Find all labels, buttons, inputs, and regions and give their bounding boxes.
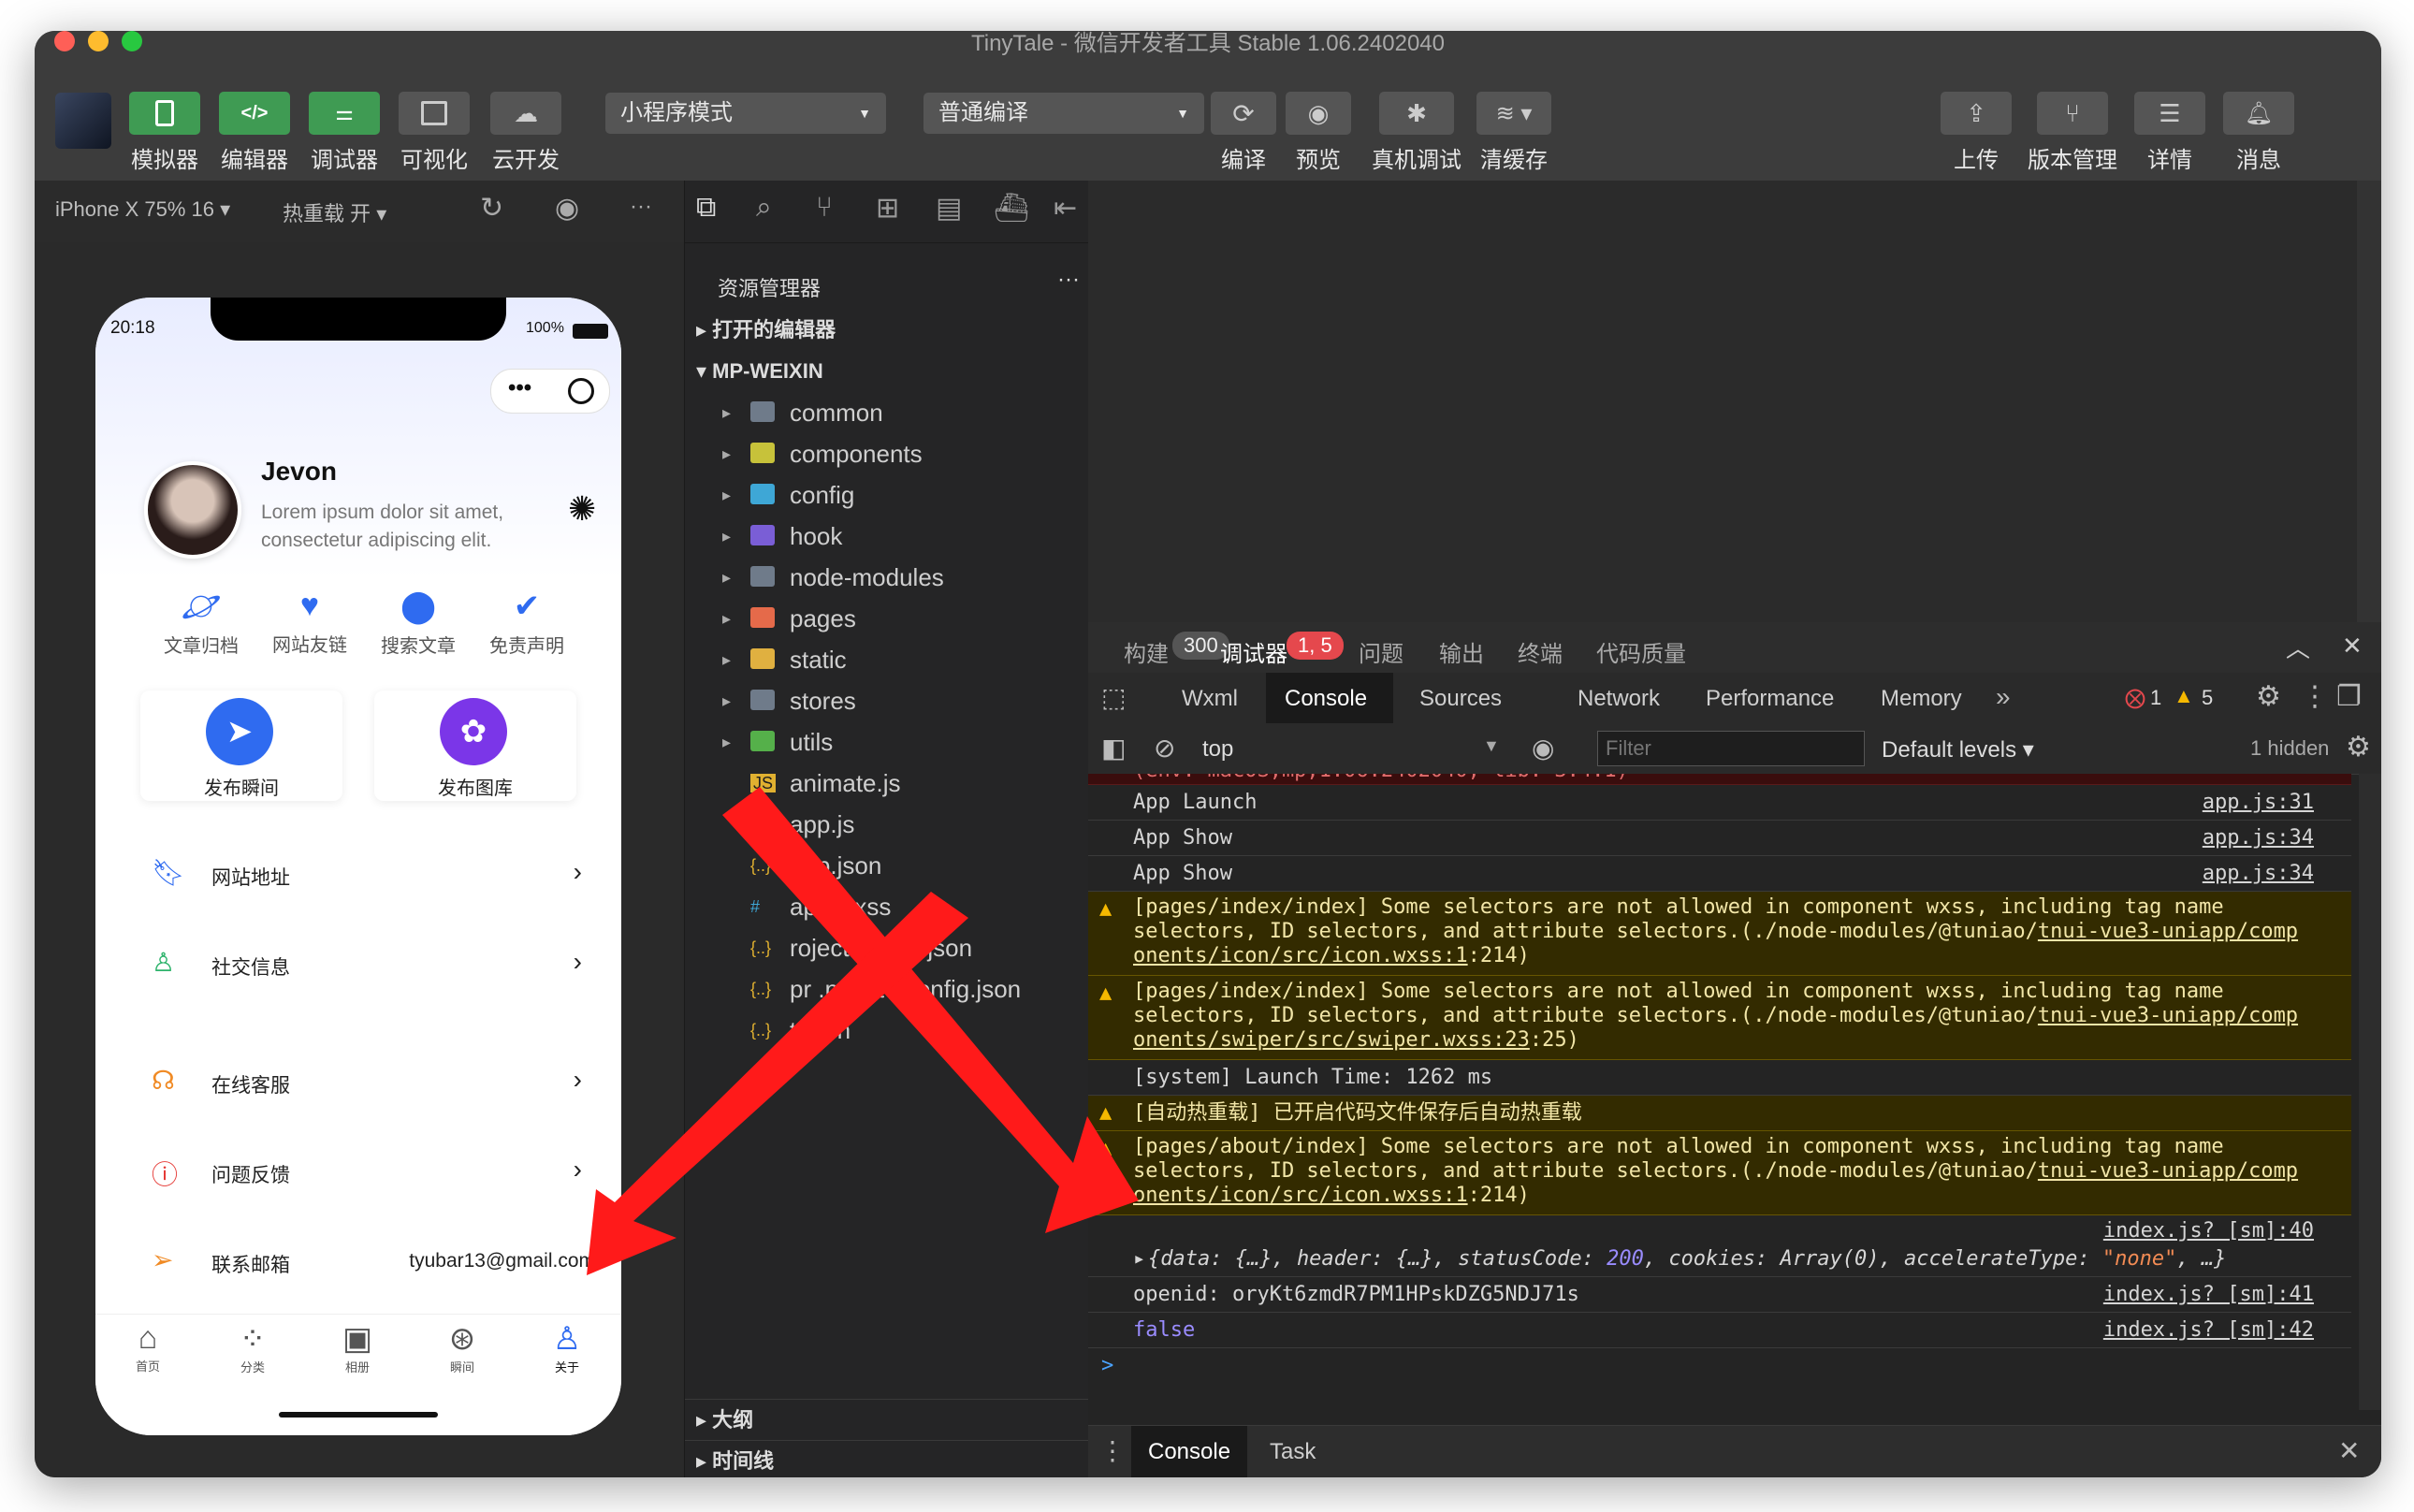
app-window: TinyTale - 微信开发者工具 Stable 1.06.2402040 模… <box>35 31 2381 1477</box>
arrow-to-console <box>722 787 1139 1233</box>
red-arrows-overlay <box>587 787 1139 1275</box>
arrow-to-phone <box>587 892 968 1275</box>
